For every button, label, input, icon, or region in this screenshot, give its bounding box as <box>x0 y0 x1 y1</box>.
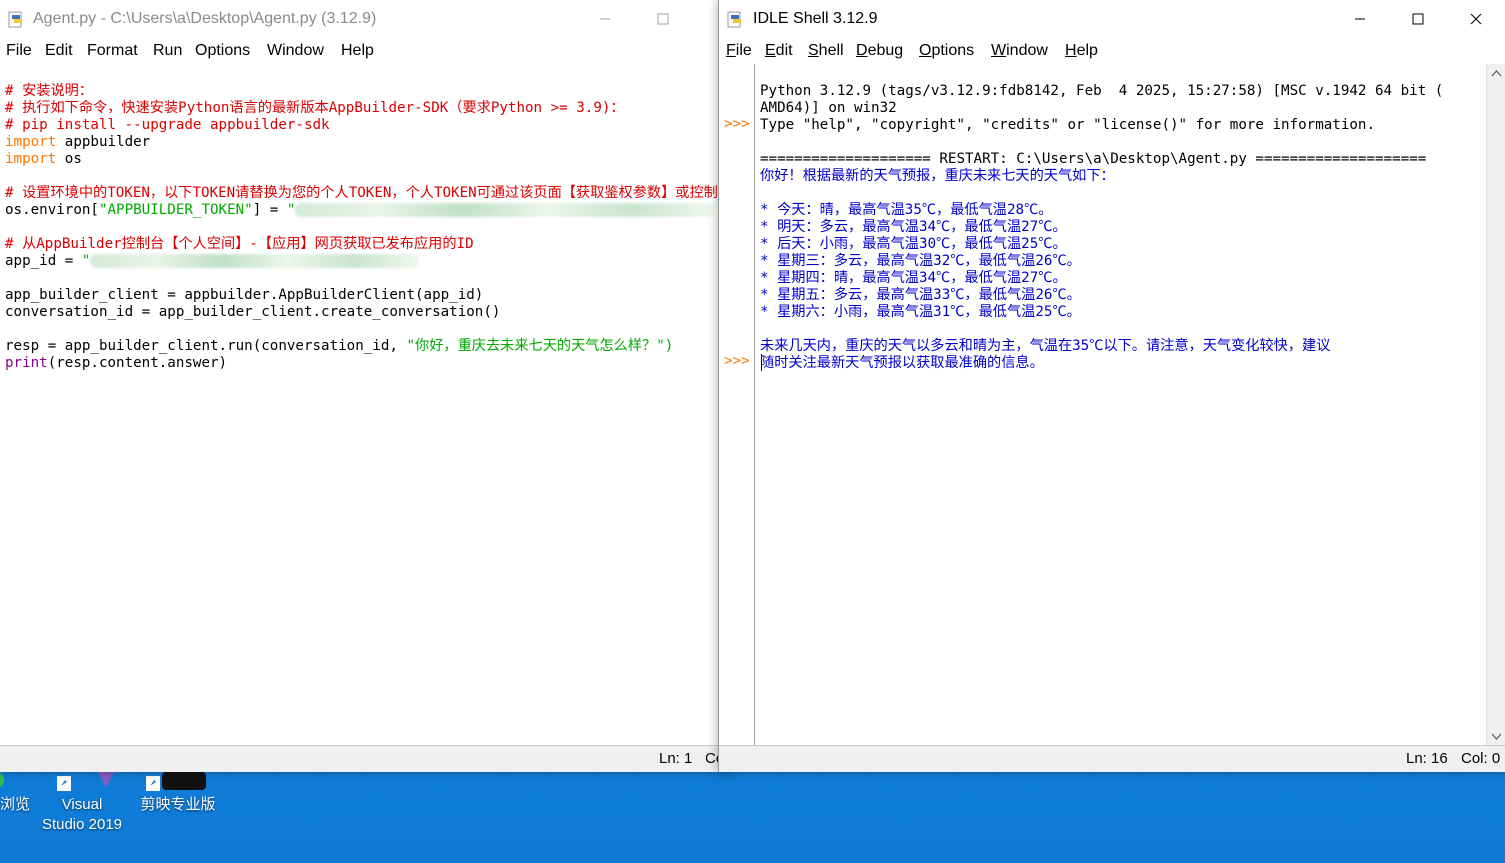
shell-output-line: * 星期六：小雨，最高气温31℃，最低气温25℃。 <box>760 304 1081 320</box>
shell-output-line: * 今天：晴，最高气温35℃，最低气温28℃。 <box>760 202 1053 218</box>
shell-line: Python 3.12.9 (tags/v3.12.9:fdb8142, Feb… <box>760 83 1444 99</box>
scroll-up-arrow-icon[interactable] <box>1487 64 1505 83</box>
shell-vertical-scrollbar[interactable] <box>1486 64 1505 746</box>
shell-line-blank: ​ <box>760 321 1443 338</box>
shell-minimize-button[interactable] <box>1331 0 1389 38</box>
editor-menubar: File Edit Format Run Options Window Help <box>0 38 732 64</box>
code-line-blank: ​ <box>5 270 720 287</box>
editor-menu-options[interactable]: Options <box>195 42 250 60</box>
code-line: conversation_id = app_builder_client.cre… <box>5 304 501 320</box>
shell-menu-edit[interactable]: Edit <box>765 42 793 60</box>
editor-menu-window[interactable]: Window <box>267 42 324 60</box>
shell-output-line: * 星期四：晴，最高气温34℃，最低气温27℃。 <box>760 270 1067 286</box>
redacted-app-id-blur <box>90 254 421 268</box>
editor-window: Agent.py - C:\Users\a\Desktop\Agent.py (… <box>0 0 744 772</box>
code-line: os.environ["APPBUILDER_TOKEN"] = " <box>5 202 720 219</box>
shell-column-number: Col: 0 <box>1461 750 1501 767</box>
code-line: app_id = " <box>5 253 720 270</box>
shell-output-line: * 后天：小雨，最高气温30℃，最低气温25℃。 <box>760 236 1067 252</box>
code-string: "APPBUILDER_TOKEN" <box>98 202 253 218</box>
editor-text-area[interactable]: # 安装说明： # 执行如下命令，快速安装Python语言的最新版本AppBuil… <box>0 64 720 746</box>
desktop-icon-label: 剪映专业版 <box>140 796 216 813</box>
code-line: # 执行如下命令，快速安装Python语言的最新版本AppBuilder-SDK… <box>5 100 625 116</box>
code-line-blank: ​ <box>5 321 720 338</box>
code-text: app_id = <box>5 253 82 269</box>
shell-menu-options[interactable]: Options <box>919 42 974 60</box>
code-line: # 设置环境中的TOKEN，以下TOKEN请替换为您的个人TOKEN，个人TOK… <box>5 185 720 201</box>
editor-statusbar: Ln: 1 Col: 0 <box>0 745 744 772</box>
shell-line-blank: ​ <box>760 134 1443 151</box>
text-cursor <box>761 354 762 371</box>
shell-line: Type "help", "copyright", "credits" or "… <box>760 117 1375 133</box>
shell-titlebar[interactable]: IDLE Shell 3.12.9 <box>719 0 1505 38</box>
editor-menu-help[interactable]: Help <box>341 42 374 60</box>
shell-menu-window[interactable]: Window <box>991 42 1048 60</box>
editor-minimize-button[interactable] <box>576 0 634 38</box>
code-string: " <box>286 202 296 218</box>
shell-line-blank: ​ <box>760 185 1443 202</box>
code-text: appbuilder <box>56 134 151 150</box>
code-line-blank: ​ <box>5 168 720 185</box>
editor-maximize-button[interactable] <box>634 0 692 38</box>
editor-title: Agent.py - C:\Users\a\Desktop\Agent.py (… <box>33 10 377 27</box>
editor-line-number: Ln: 1 <box>659 750 693 767</box>
editor-titlebar[interactable]: Agent.py - C:\Users\a\Desktop\Agent.py (… <box>0 0 732 38</box>
code-string: " <box>81 253 91 269</box>
shell-menubar: File Edit Shell Debug Options Window Hel… <box>719 38 1505 64</box>
code-text: ] = <box>252 202 287 218</box>
code-text: resp = app_builder_client.run(conversati… <box>5 338 407 354</box>
shell-prompt: >>> <box>724 116 750 132</box>
code-line: # 从AppBuilder控制台【个人空间】-【应用】网页获取已发布应用的ID <box>5 236 474 252</box>
shell-output-line: 随时关注最新天气预报以获取最准确的信息。 <box>760 355 1044 371</box>
code-line: # 安装说明： <box>5 83 94 99</box>
shell-text-area[interactable]: Python 3.12.9 (tags/v3.12.9:fdb8142, Feb… <box>755 64 1486 746</box>
shell-output-line: * 星期五：多云，最高气温33℃，最低气温26℃。 <box>760 287 1081 303</box>
shell-prompt-gutter: >>> >>> <box>719 64 755 746</box>
code-string: "你好，重庆去未来七天的天气怎么样？") <box>406 338 674 354</box>
code-keyword: import <box>5 151 57 167</box>
shell-statusbar: Ln: 16 Col: 0 <box>719 745 1505 772</box>
shell-line: AMD64)] on win32 <box>760 100 897 116</box>
python-file-icon <box>8 11 25 28</box>
desktop-icons: 浏览 Visual Studio 2019 剪映专业版 <box>0 772 230 863</box>
shell-line-number: Ln: 16 <box>1406 750 1448 767</box>
code-line: import os <box>5 151 720 168</box>
code-line: import appbuilder <box>5 134 720 151</box>
editor-menu-run[interactable]: Run <box>153 42 182 60</box>
code-line: # pip install --upgrade appbuilder-sdk <box>5 117 330 133</box>
code-line: resp = app_builder_client.run(conversati… <box>5 338 720 355</box>
editor-menu-file[interactable]: File <box>6 42 32 60</box>
shell-output-line: 你好！根据最新的天气预报，重庆未来七天的天气如下： <box>760 168 1115 184</box>
editor-menu-format[interactable]: Format <box>87 42 138 60</box>
shell-menu-file[interactable]: File <box>726 42 752 60</box>
editor-menu-edit[interactable]: Edit <box>45 42 73 60</box>
shell-line: ==================== RESTART: C:\Users\a… <box>760 151 1427 167</box>
python-idle-icon <box>727 11 744 28</box>
code-builtin: print <box>5 355 48 371</box>
shell-menu-debug[interactable]: Debug <box>856 42 903 60</box>
redacted-token-blur <box>295 203 716 217</box>
code-text: os.environ[ <box>5 202 99 218</box>
code-text: (resp.content.answer) <box>47 355 228 371</box>
shell-window: IDLE Shell 3.12.9 File Edit Shell Debug … <box>718 0 1505 772</box>
shell-maximize-button[interactable] <box>1389 0 1447 38</box>
shell-close-button[interactable] <box>1447 0 1505 38</box>
desktop-icon-label: Visual Studio 2019 <box>41 796 123 833</box>
code-line-blank: ​ <box>5 219 720 236</box>
shell-output-line: * 明天：多云，最高气温34℃，最低气温27℃。 <box>760 219 1067 235</box>
shell-menu-help[interactable]: Help <box>1065 42 1098 60</box>
code-line: app_builder_client = appbuilder.AppBuild… <box>5 287 484 303</box>
code-line: print(resp.content.answer) <box>5 355 720 372</box>
shell-prompt: >>> <box>724 353 750 369</box>
shell-menu-shell[interactable]: Shell <box>808 42 844 60</box>
shell-title: IDLE Shell 3.12.9 <box>753 10 878 27</box>
shell-output-line: * 星期三：多云，最高气温32℃，最低气温26℃。 <box>760 253 1081 269</box>
code-keyword: import <box>5 134 57 150</box>
shell-output-line: 未来几天内，重庆的天气以多云和晴为主，气温在35℃以下。请注意，天气变化较快，建… <box>760 338 1331 354</box>
code-text: os <box>56 151 82 167</box>
scroll-down-arrow-icon[interactable] <box>1487 727 1505 746</box>
